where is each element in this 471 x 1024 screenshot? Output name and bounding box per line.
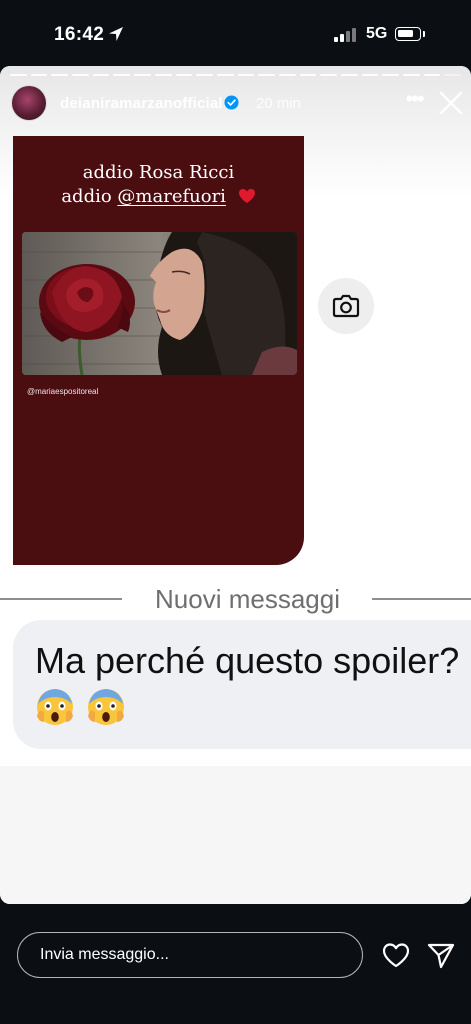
- new-messages-label: Nuovi messaggi: [155, 584, 340, 614]
- progress-segment: [423, 74, 441, 76]
- progress-segment: [299, 74, 317, 76]
- post-photo: [22, 232, 297, 375]
- progress-segment: [30, 74, 48, 76]
- progress-segment: [196, 74, 213, 76]
- progress-segment: [134, 74, 151, 76]
- scream-emoji-icon: [37, 689, 73, 725]
- story-bottom-area: [0, 766, 471, 904]
- scream-emoji-icon: [88, 689, 125, 725]
- progress-segment: [444, 74, 462, 76]
- more-horizontal-icon[interactable]: •••: [398, 88, 430, 116]
- battery-cap: [423, 31, 425, 37]
- avatar[interactable]: [12, 86, 46, 120]
- heart-outline-icon[interactable]: [381, 941, 411, 969]
- post-caption-line1: addio Rosa Ricci: [82, 162, 235, 183]
- message-emojis: [35, 686, 133, 730]
- paper-plane-icon[interactable]: [426, 941, 456, 969]
- progress-segment: [258, 74, 275, 76]
- close-icon[interactable]: [438, 90, 464, 116]
- rose-and-girl-photo: [22, 232, 297, 375]
- progress-segment: [382, 74, 400, 76]
- location-arrow-icon: [109, 27, 123, 41]
- progress-segment: [403, 74, 420, 76]
- message-text: Ma perché questo spoiler?: [35, 640, 460, 681]
- post-photo-credit[interactable]: @mariaespositoreal: [27, 387, 98, 396]
- shared-story-post[interactable]: addio Rosa Ricci addio @marefuori @maria…: [13, 136, 304, 565]
- progress-segment: [154, 74, 172, 76]
- clock: 16:42: [54, 24, 105, 45]
- story-header: deianiramarzanofficial 20 min •••: [12, 86, 464, 120]
- progress-segment: [237, 74, 255, 76]
- progress-segment: [72, 74, 89, 76]
- story-time-ago: 20 min: [256, 95, 302, 112]
- message-input[interactable]: Invia messaggio...: [17, 932, 363, 978]
- progress-segment: [278, 74, 296, 76]
- post-caption-prefix: addio: [61, 186, 112, 207]
- progress-segment: [361, 74, 379, 76]
- progress-segment: [320, 74, 337, 76]
- post-caption-line2: addio @marefuori: [13, 186, 304, 207]
- progress-segment: [341, 74, 358, 76]
- new-messages-divider: Nuovi messaggi: [0, 584, 471, 614]
- story-viewer[interactable]: deianiramarzanofficial 20 min ••• addio …: [0, 66, 471, 904]
- progress-segment: [92, 74, 110, 76]
- message-bubble[interactable]: Ma perché questo spoiler?: [13, 620, 471, 749]
- progress-segment: [175, 74, 193, 76]
- red-heart-icon: [238, 189, 255, 203]
- post-mention[interactable]: @marefuori: [117, 186, 226, 207]
- battery-icon: [395, 27, 421, 41]
- story-progress-bar: [10, 74, 462, 76]
- status-bar: 16:42 5G: [0, 0, 471, 66]
- progress-segment: [216, 74, 234, 76]
- verified-badge-icon: [224, 95, 239, 110]
- signal-strength-icon: [334, 28, 360, 42]
- camera-icon: [332, 294, 360, 318]
- progress-segment: [10, 74, 27, 76]
- story-username[interactable]: deianiramarzanofficial: [60, 95, 223, 112]
- camera-button[interactable]: [318, 278, 374, 334]
- network-type: 5G: [366, 25, 388, 42]
- progress-segment: [113, 74, 131, 76]
- progress-segment: [51, 74, 69, 76]
